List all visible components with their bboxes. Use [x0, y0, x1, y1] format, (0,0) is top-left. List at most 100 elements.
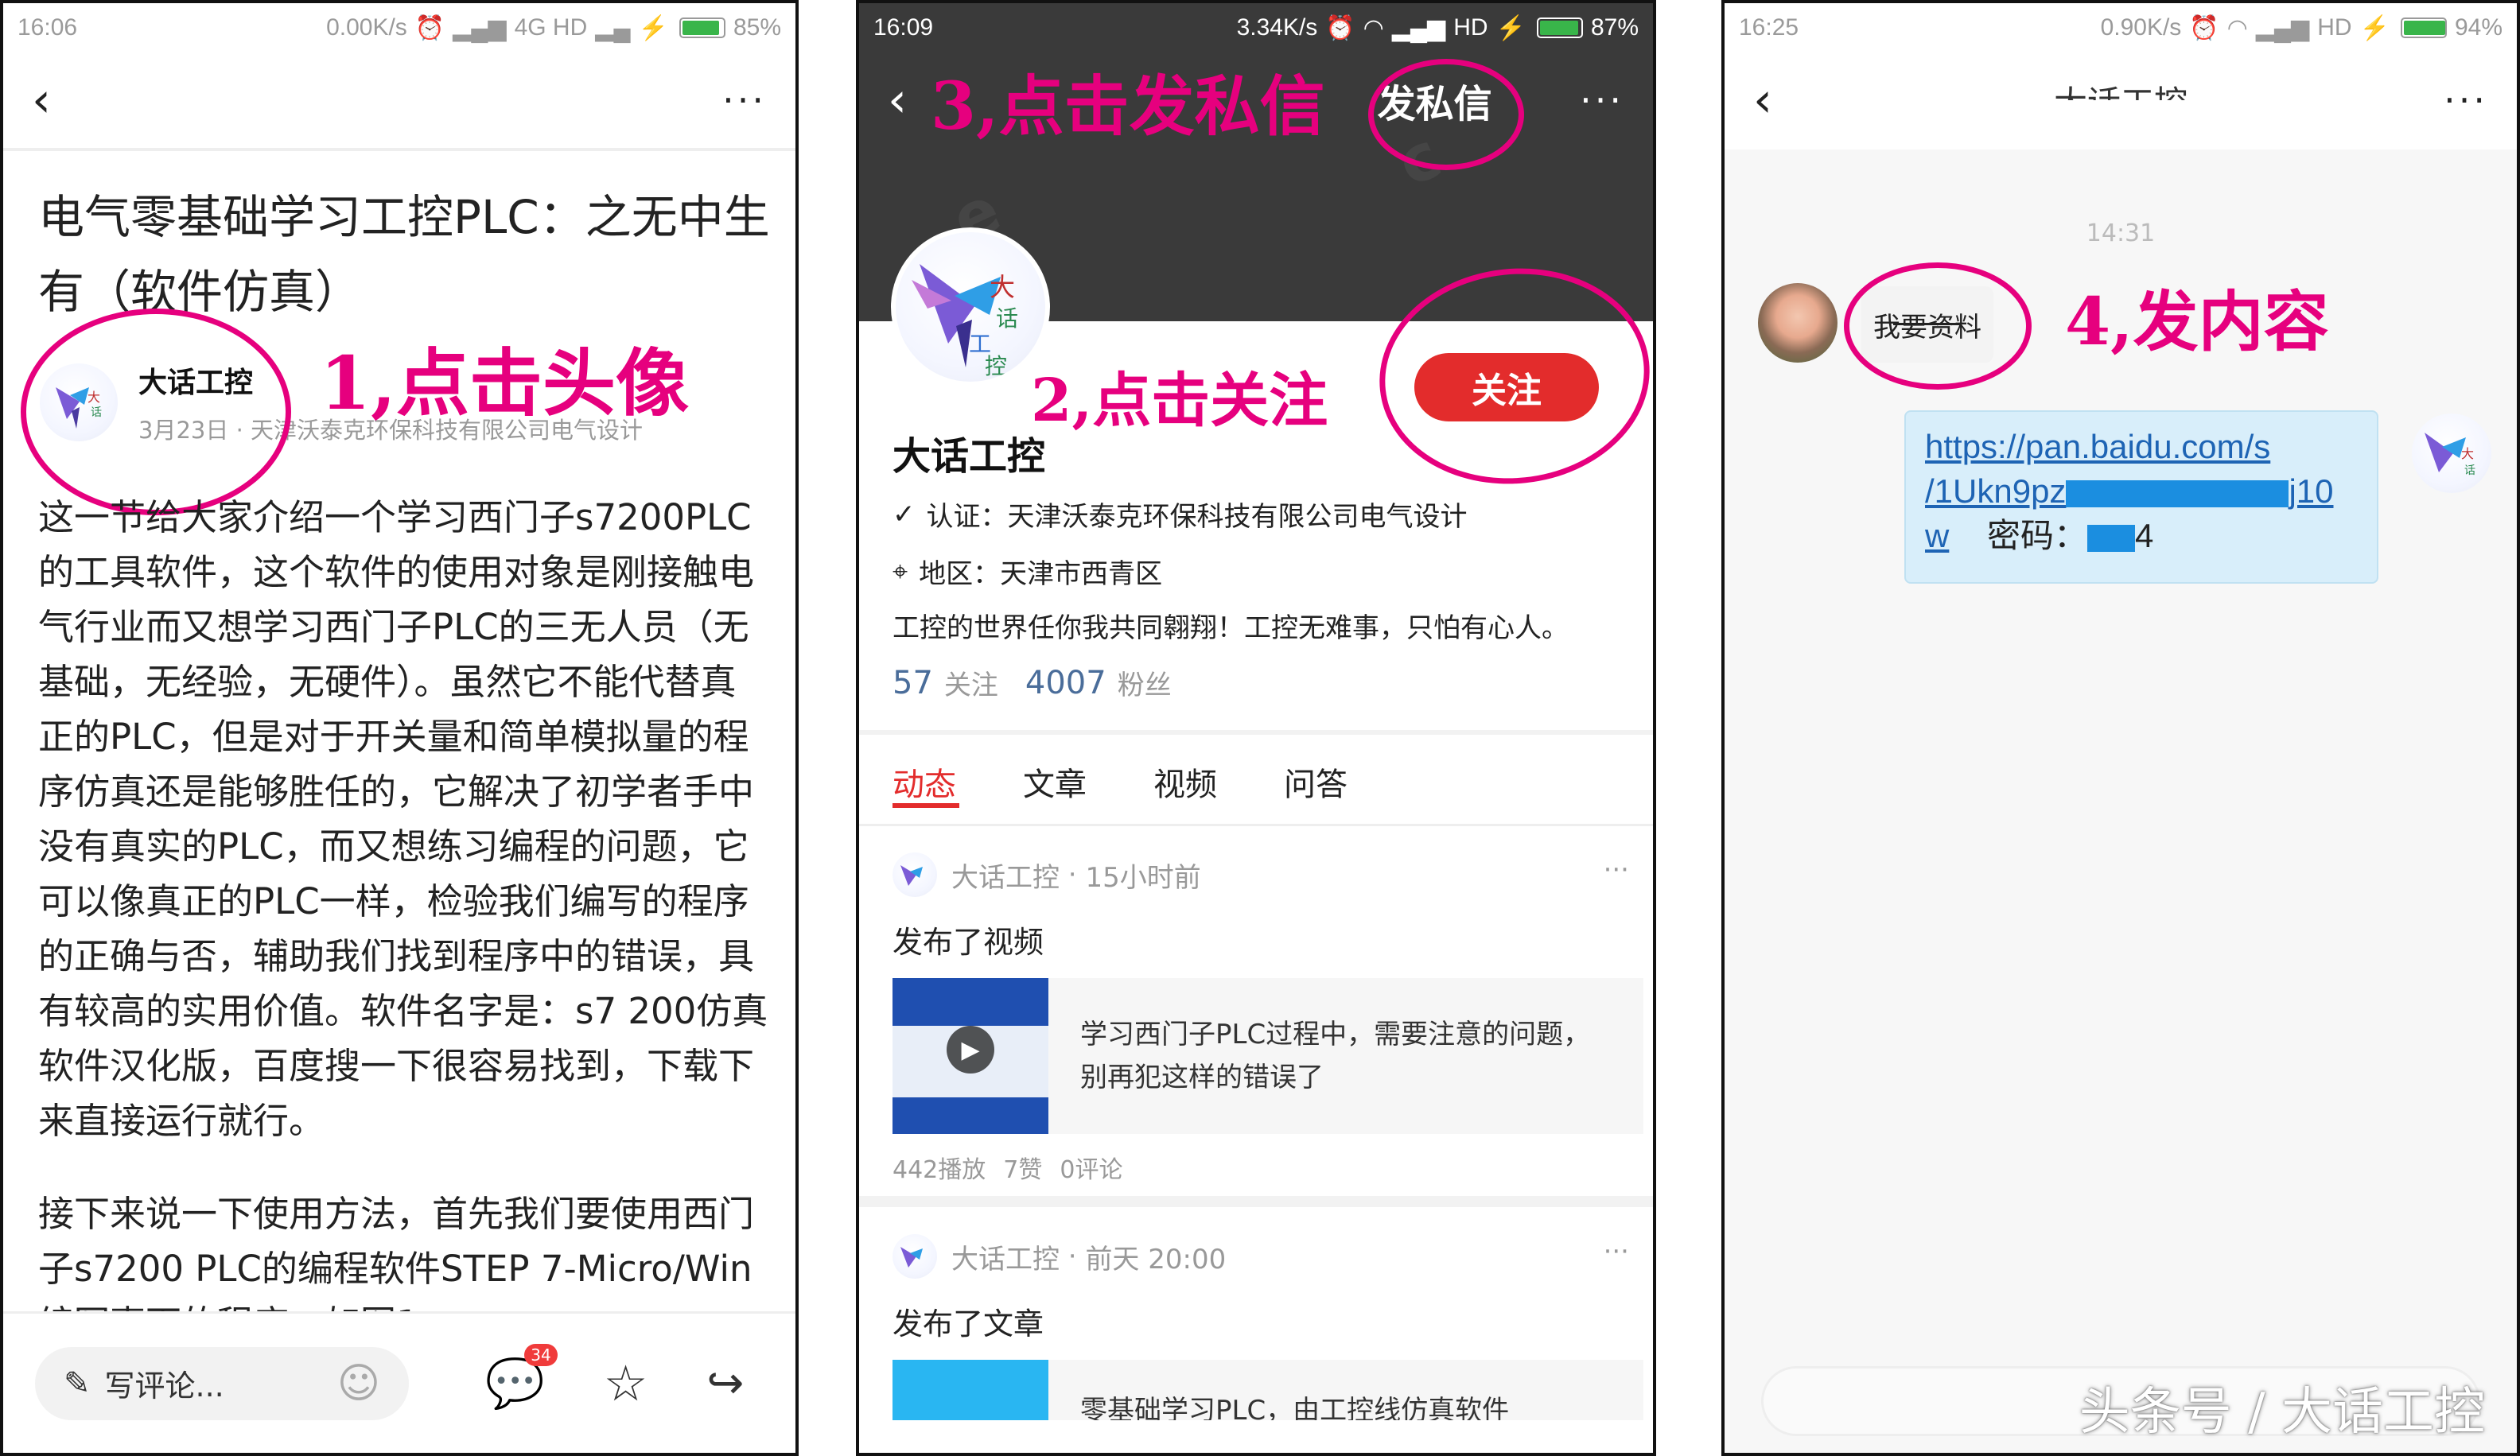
- more-icon[interactable]: ···: [1580, 79, 1624, 122]
- chat-screen: 16:25 0.90K/s ⏰ ◠ ▂▄▆ HD ⚡ 94% ‹ 大话工控 ··…: [1721, 0, 2520, 1456]
- signal-icon: ▂▄▆: [2255, 14, 2310, 41]
- svg-text:大: 大: [990, 272, 1015, 302]
- feed-action: 发布了视频: [892, 925, 1044, 960]
- following-count[interactable]: 57: [892, 665, 933, 701]
- status-speed: 3.34K/s: [1236, 14, 1318, 41]
- wifi-icon: ◠: [1363, 14, 1384, 41]
- tab-qa[interactable]: 问答: [1284, 759, 1348, 805]
- comment-count-badge: 34: [524, 1344, 558, 1366]
- status-time: 16:09: [873, 14, 934, 41]
- tab-articles[interactable]: 文章: [1023, 759, 1087, 805]
- article-screen: 16:06 0.00K/s ⏰ ▂▄▆ 4G HD ▂▄ ⚡ 85% ‹ ···…: [0, 0, 799, 1456]
- region: 地区：天津市西青区: [919, 558, 1163, 590]
- profile-tabs: 动态 文章 视频 问答: [892, 759, 1348, 805]
- alarm-icon: ⏰: [414, 14, 445, 41]
- verified-icon: ✓: [892, 498, 916, 530]
- redacted-block: [2066, 480, 2289, 507]
- status-bar: 16:09 3.34K/s ⏰ ◠ ▂▄▆ HD ⚡ 87%: [859, 3, 1653, 52]
- annotation-step1: 1,点击头像: [320, 340, 690, 426]
- feed-item-header: 大话工控 · 15小时前: [892, 852, 1201, 897]
- svg-text:话: 话: [996, 305, 1018, 332]
- chat-timestamp: 14:31: [2086, 219, 2156, 247]
- status-speed: 0.00K/s: [326, 14, 407, 41]
- avatar: [892, 852, 937, 897]
- signal-icon: ▂▄▆: [453, 14, 507, 41]
- status-bar: 16:06 0.00K/s ⏰ ▂▄▆ 4G HD ▂▄ ⚡ 85%: [3, 3, 795, 52]
- hummingbird-logo-icon: [900, 865, 923, 886]
- annotation-circle-avatar: [21, 309, 291, 515]
- status-bar: 16:25 0.90K/s ⏰ ◠ ▂▄▆ HD ⚡ 94%: [1725, 3, 2517, 52]
- star-icon[interactable]: ☆: [604, 1354, 648, 1412]
- annotation-step3: 3,点击发私信: [931, 68, 1325, 145]
- annotation-step4: 4,发内容: [2065, 284, 2329, 360]
- redacted-block: [2087, 524, 2136, 552]
- status-network: HD: [1453, 14, 1488, 41]
- svg-text:话: 话: [2464, 464, 2475, 477]
- battery-icon: [2400, 17, 2447, 38]
- feed-item-header: 大话工控 · 前天 20:00: [892, 1234, 1226, 1279]
- video-thumbnail[interactable]: ▶: [892, 978, 1048, 1134]
- pencil-icon: ✎: [64, 1365, 91, 1402]
- profile-screen: e c 16:09 3.34K/s ⏰ ◠ ▂▄▆ HD ⚡ 87% ‹ 3,点…: [856, 0, 1656, 1456]
- comment-input[interactable]: ✎ 写评论... ☺: [35, 1346, 409, 1420]
- followers-count[interactable]: 4007: [1025, 665, 1106, 701]
- comment-icon[interactable]: 💬 34: [485, 1344, 558, 1411]
- status-time: 16:25: [1739, 14, 1799, 41]
- avatar: [892, 1234, 937, 1279]
- feed-card[interactable]: ▶ 学习西门子PLC过程中，需要注意的问题，别再犯这样的错误了: [892, 978, 1643, 1134]
- hummingbird-logo-icon: 大 话: [2425, 433, 2475, 477]
- charging-icon: ⚡: [1495, 14, 1526, 41]
- feed-stats: 442播放 7赞 0评论: [892, 1156, 1123, 1184]
- svg-text:控: 控: [985, 353, 1007, 379]
- certification: 认证：天津沃泰克环保科技有限公司电气设计: [926, 501, 1468, 533]
- alarm-icon: ⏰: [1325, 14, 1355, 41]
- profile-intro: 工控的世界任你我共同翱翔！工控无难事，只怕有心人。: [892, 612, 1569, 644]
- charging-icon: ⚡: [2359, 14, 2390, 41]
- play-icon[interactable]: ▶: [947, 1026, 994, 1074]
- battery-icon: [1536, 17, 1583, 38]
- baidu-link[interactable]: https://pan.baidu.com/s /1Ukn9pz j10 w 密码…: [1925, 425, 2358, 558]
- more-icon[interactable]: ···: [1604, 854, 1629, 886]
- user-avatar[interactable]: [1758, 283, 1838, 363]
- article-paragraph: 这一节给大家介绍一个学习西门子s7200PLC的工具软件，这个软件的使用对象是刚…: [38, 496, 768, 1142]
- signal-icon: ▂▄: [595, 14, 631, 41]
- feed-card-text: 学习西门子PLC过程中，需要注意的问题，别再犯这样的错误了: [1080, 1019, 1591, 1093]
- profile-name: 大话工控: [892, 434, 1046, 479]
- author-avatar[interactable]: 大 话: [2412, 414, 2491, 493]
- back-icon[interactable]: ‹: [32, 76, 51, 124]
- annotation-circle-message: [1844, 262, 2032, 390]
- annotation-circle-message: [1368, 59, 1524, 170]
- article-title: 电气零基础学习工控PLC：之无中生有（软件仿真）: [38, 190, 770, 319]
- chat-title: 大话工控: [2053, 83, 2188, 122]
- feed-action: 发布了文章: [892, 1307, 1044, 1341]
- feed-card[interactable]: 零基础学习PLC，由工控线仿真软件: [892, 1360, 1643, 1420]
- status-battery: 85%: [733, 14, 781, 41]
- share-icon[interactable]: ↪: [706, 1357, 744, 1409]
- link-message: https://pan.baidu.com/s /1Ukn9pz j10 w 密码…: [1904, 410, 2378, 584]
- alarm-icon: ⏰: [2189, 14, 2219, 41]
- watermark: 头条号 / 大话工控: [2079, 1383, 2485, 1442]
- signal-icon: ▂▄▆: [1391, 14, 1446, 41]
- back-icon[interactable]: ‹: [888, 76, 907, 124]
- action-bar: ✎ 写评论... ☺ 💬 34 ☆ ↪: [3, 1311, 795, 1453]
- status-network: 4G HD: [514, 14, 588, 41]
- status-network: HD: [2317, 14, 2352, 41]
- status-speed: 0.90K/s: [2100, 14, 2182, 41]
- wifi-icon: ◠: [2226, 14, 2248, 41]
- active-tab-indicator: [892, 803, 959, 808]
- nav-bar: ‹ 大话工控 ···: [1725, 52, 2517, 148]
- hummingbird-logo-icon: [900, 1247, 923, 1268]
- status-time: 16:06: [18, 14, 78, 41]
- battery-icon: [679, 17, 725, 38]
- tab-dynamic[interactable]: 动态: [892, 759, 956, 805]
- more-icon[interactable]: ···: [722, 79, 767, 122]
- annotation-step2: 2,点击关注: [1031, 367, 1328, 435]
- feed-card-text: 零基础学习PLC，由工控线仿真软件: [1080, 1395, 1510, 1420]
- nav-bar: ‹ ···: [3, 52, 795, 148]
- article-thumbnail: [892, 1360, 1048, 1420]
- nav-bar: ‹ 3,点击发私信 发私信 ···: [859, 52, 1653, 148]
- more-icon[interactable]: ···: [1604, 1236, 1629, 1268]
- profile-avatar[interactable]: 大 话 工 控: [891, 227, 1050, 386]
- emoji-icon[interactable]: ☺: [337, 1360, 380, 1407]
- tab-videos[interactable]: 视频: [1153, 759, 1217, 805]
